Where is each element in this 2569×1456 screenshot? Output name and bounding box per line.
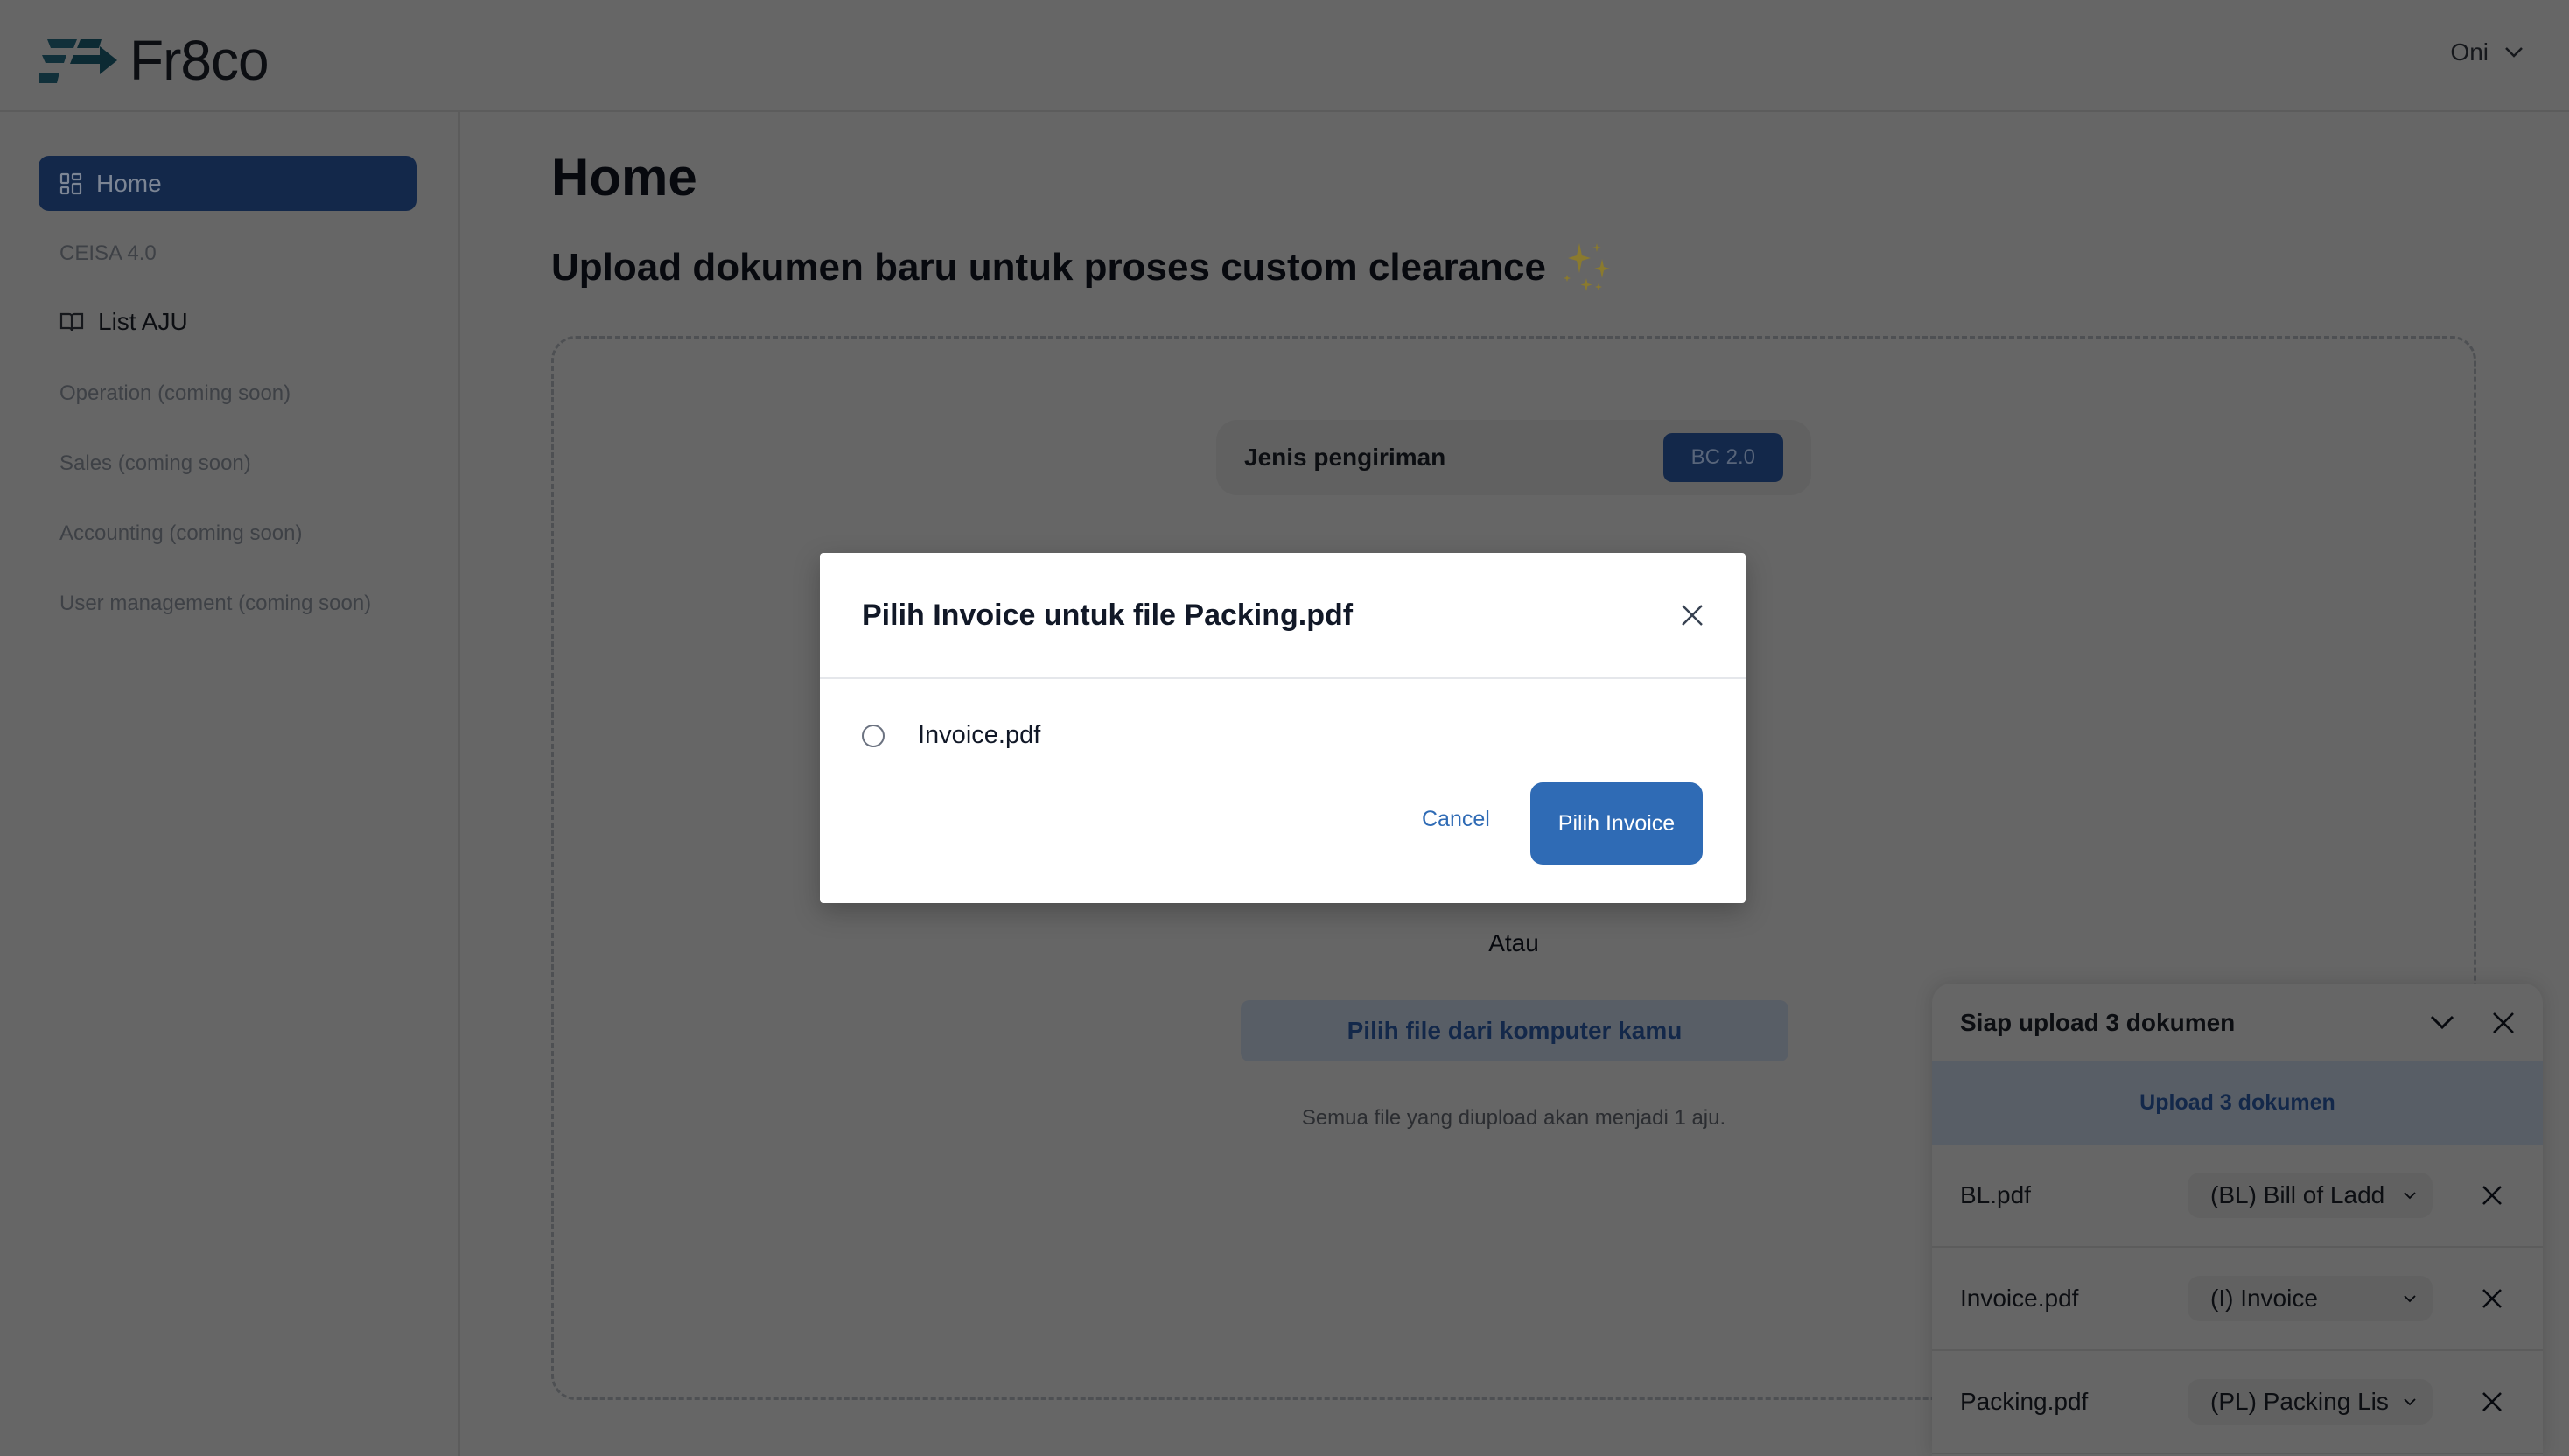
select-value: (I) Invoice <box>2210 1284 2318 1312</box>
document-type-select[interactable]: (I) Invoice <box>2188 1276 2432 1321</box>
sidebar-item-home[interactable]: Home <box>38 156 416 211</box>
fr8co-logo-icon <box>38 39 117 83</box>
file-name: Packing.pdf <box>1960 1388 2089 1415</box>
sidebar-item-sales: Sales (coming soon) <box>38 452 416 476</box>
subtitle-text: Upload dokumen baru untuk proses custom … <box>551 246 1546 289</box>
invoice-radio[interactable] <box>862 724 885 747</box>
modal-header: Pilih Invoice untuk file Packing.pdf <box>820 553 1746 679</box>
remove-file-icon[interactable] <box>2482 1288 2502 1309</box>
document-type-select[interactable]: (BL) Bill of Ladd <box>2188 1172 2432 1218</box>
upload-panel: Siap upload 3 dokumen Upload 3 dokumen B… <box>1932 984 2543 1456</box>
chevron-down-icon[interactable] <box>2429 1014 2455 1032</box>
sidebar: Home CEISA 4.0 List AJU Operation (comin… <box>0 112 460 1456</box>
close-icon[interactable] <box>2492 1012 2515 1034</box>
upload-note: Semua file yang diupload akan menjadi 1 … <box>1301 1106 1726 1130</box>
chevron-down-icon <box>2404 1295 2416 1303</box>
file-row: Packing.pdf (PL) Packing Lis <box>1932 1351 2543 1454</box>
sidebar-item-label: CEISA 4.0 <box>60 242 157 265</box>
shipment-type-badge[interactable]: BC 2.0 <box>1662 433 1783 482</box>
sparkles-icon <box>1563 243 1610 291</box>
sidebar-item-list-aju[interactable]: List AJU <box>38 308 416 336</box>
invoice-option[interactable]: Invoice.pdf <box>862 721 1040 750</box>
logo[interactable]: Fr8co <box>38 28 270 93</box>
sidebar-item-label: Operation (coming soon) <box>60 382 291 405</box>
sidebar-item-user-management: User management (coming soon) <box>38 592 416 616</box>
user-menu[interactable]: Oni <box>2450 38 2524 66</box>
sidebar-section-ceisa: CEISA 4.0 <box>38 242 416 266</box>
remove-file-icon[interactable] <box>2482 1185 2502 1206</box>
shipment-type-label: Jenis pengiriman <box>1244 444 1446 471</box>
file-name: Invoice.pdf <box>1960 1284 2079 1312</box>
select-value: (PL) Packing Lis <box>2210 1388 2389 1415</box>
select-value: (BL) Bill of Ladd <box>2210 1181 2385 1208</box>
remove-file-icon[interactable] <box>2482 1391 2502 1412</box>
grid-icon <box>60 172 82 194</box>
sidebar-item-label: List AJU <box>98 308 188 335</box>
file-name: BL.pdf <box>1960 1181 2031 1208</box>
user-name: Oni <box>2450 38 2488 66</box>
sidebar-item-label: User management (coming soon) <box>60 592 372 615</box>
upload-panel-header: Siap upload 3 dokumen <box>1932 984 2543 1061</box>
chevron-down-icon <box>2404 1398 2416 1406</box>
chevron-down-icon <box>2505 47 2523 58</box>
upload-panel-title: Siap upload 3 dokumen <box>1960 1008 2236 1036</box>
cancel-button[interactable]: Cancel <box>1422 807 1490 832</box>
sidebar-item-label: Sales (coming soon) <box>60 452 251 475</box>
shipment-type-field: Jenis pengiriman BC 2.0 <box>1216 420 1811 495</box>
pick-file-button[interactable]: Pilih file dari komputer kamu <box>1241 1000 1788 1061</box>
upload-documents-button[interactable]: Upload 3 dokumen <box>1932 1061 2543 1144</box>
top-header: Fr8co Oni <box>0 0 2569 112</box>
document-type-select[interactable]: (PL) Packing Lis <box>2188 1379 2432 1424</box>
pick-invoice-button[interactable]: Pilih Invoice <box>1530 782 1703 864</box>
close-icon[interactable] <box>1681 604 1704 626</box>
sidebar-item-operation: Operation (coming soon) <box>38 382 416 406</box>
modal-title: Pilih Invoice untuk file Packing.pdf <box>862 598 1354 632</box>
brand-name: Fr8co <box>130 29 270 92</box>
book-icon <box>60 312 84 332</box>
page-title: Home <box>551 148 697 206</box>
chevron-down-icon <box>2404 1192 2416 1200</box>
file-row: BL.pdf (BL) Bill of Ladd <box>1932 1144 2543 1248</box>
page-subtitle: Upload dokumen baru untuk proses custom … <box>551 240 1618 296</box>
sidebar-item-label: Accounting (coming soon) <box>60 522 303 545</box>
or-divider-text: Atau <box>1488 929 1539 956</box>
sidebar-item-label: Home <box>96 169 162 197</box>
file-row: Invoice.pdf (I) Invoice <box>1932 1248 2543 1351</box>
sidebar-item-accounting: Accounting (coming soon) <box>38 522 416 546</box>
select-invoice-modal: Pilih Invoice untuk file Packing.pdf Inv… <box>820 553 1746 903</box>
option-label: Invoice.pdf <box>918 721 1041 749</box>
